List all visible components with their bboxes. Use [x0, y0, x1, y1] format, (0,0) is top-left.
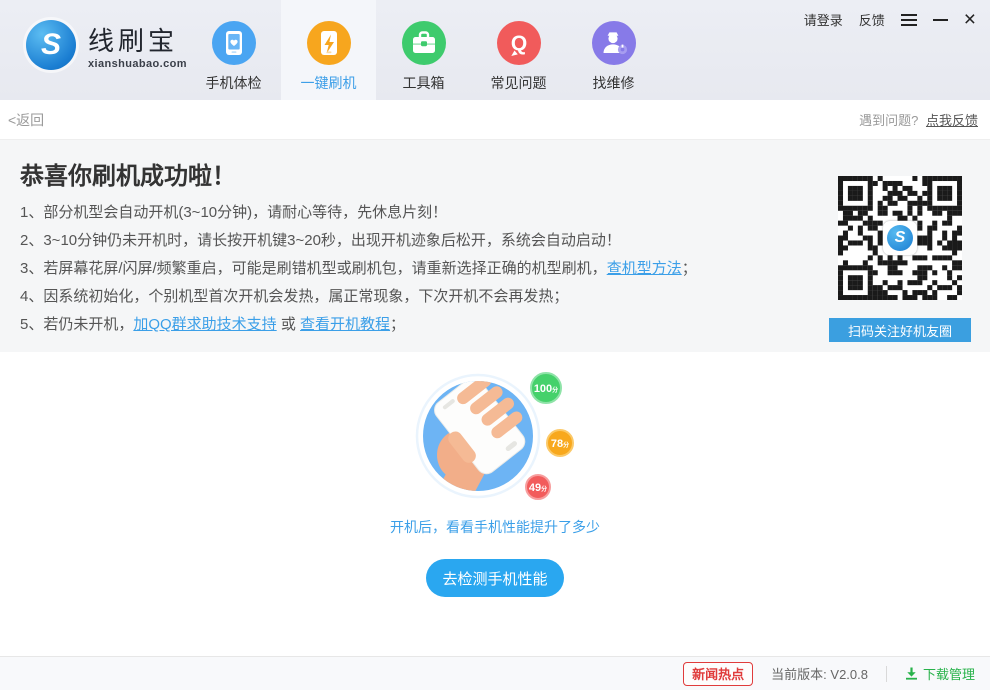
instruction-text: ；	[682, 260, 697, 277]
app-logo: S 线刷宝 xianshuabao.com	[26, 20, 187, 70]
instruction-text: 或	[277, 316, 300, 333]
nav-item-toolbox[interactable]: 工具箱	[376, 0, 471, 100]
instruction-text: 5、若仍未开机，	[20, 316, 133, 333]
qq-group-link[interactable]: 加QQ群求助技术支持	[133, 316, 276, 333]
instruction-text: ；	[390, 316, 405, 333]
menu-icon[interactable]	[901, 11, 917, 29]
promo-caption: 开机后，看看手机性能提升了多少	[390, 517, 600, 537]
phone-health-icon	[212, 21, 256, 65]
nav-label: 找维修	[593, 73, 635, 93]
version-label: 当前版本: V2.0.8	[771, 664, 868, 683]
nav-item-phone-check[interactable]: 手机体检	[186, 0, 281, 100]
download-label: 下载管理	[923, 664, 975, 683]
qr-caption-bar: 扫码关注好机友圈	[829, 318, 971, 342]
question-icon: Q	[497, 21, 541, 65]
success-section: 恭喜你刷机成功啦！ 1、部分机型会自动开机(3~10分钟)，请耐心等待，先休息片…	[0, 140, 990, 352]
boot-tutorial-link[interactable]: 查看开机教程	[300, 316, 390, 333]
login-link[interactable]: 请登录	[804, 10, 843, 29]
feedback-link[interactable]: 反馈	[859, 10, 885, 29]
download-manager-link[interactable]: 下载管理	[905, 664, 975, 683]
issue-feedback-link[interactable]: 点我反馈	[926, 113, 978, 128]
toolbox-icon	[402, 21, 446, 65]
app-title: 线刷宝	[88, 21, 187, 58]
app-subtitle: xianshuabao.com	[88, 58, 187, 70]
app-window: S 线刷宝 xianshuabao.com 手机体检	[0, 0, 990, 690]
score-badge-49: 49分	[526, 475, 550, 499]
back-button[interactable]: <返回	[8, 110, 44, 130]
issue-area: 遇到问题? 点我反馈	[859, 110, 978, 129]
main-nav: 手机体检 一键刷机	[186, 0, 661, 100]
promo-section: 100分 78分 49分 开机后，看看手机性能提升了多少 去检测手机性能	[0, 352, 990, 656]
logo-monogram: S	[41, 30, 61, 60]
footer-divider	[886, 666, 887, 682]
instruction-text: 1、部分机型会自动开机(3~10分钟)，请耐心等待，先休息片刻！	[20, 204, 447, 221]
phone-flash-icon	[307, 21, 351, 65]
instruction-text: 3、若屏幕花屏/闪屏/频繁重启，可能是刷错机型或刷机包，请重新选择正确的机型刷机…	[20, 260, 607, 277]
score-badge-100: 100分	[531, 373, 561, 403]
header: S 线刷宝 xianshuabao.com 手机体检	[0, 0, 990, 100]
minimize-icon[interactable]	[933, 11, 948, 29]
footer: 新闻热点 当前版本: V2.0.8 下载管理	[0, 656, 990, 690]
instruction-text: 2、3~10分钟仍未开机时，请长按开机键3~20秒，出现开机迹象后松开，系统会自…	[20, 232, 621, 249]
nav-label: 工具箱	[403, 73, 445, 93]
phone-in-hand-illustration: 100分 78分 49分	[400, 363, 590, 513]
issue-text: 遇到问题?	[859, 113, 918, 128]
window-topbar: 请登录 反馈 ×	[804, 10, 976, 29]
nav-item-repair[interactable]: 找维修	[566, 0, 661, 100]
nav-label: 常见问题	[491, 73, 547, 93]
nav-item-faq[interactable]: Q 常见问题	[471, 0, 566, 100]
instruction-text: 4、因系统初始化，个别机型首次开机会发热，属正常现象，下次开机不会再发热；	[20, 288, 568, 305]
download-icon	[905, 667, 918, 680]
close-icon[interactable]: ×	[964, 11, 976, 29]
detect-performance-button[interactable]: 去检测手机性能	[426, 559, 564, 597]
qr-code: S	[838, 176, 962, 300]
qr-logo-icon: S	[883, 221, 917, 255]
nav-label: 手机体检	[206, 73, 262, 93]
nav-label: 一键刷机	[301, 73, 357, 93]
nav-item-one-key-flash[interactable]: 一键刷机	[281, 0, 376, 100]
news-hotspot-button[interactable]: 新闻热点	[683, 662, 753, 686]
check-model-link[interactable]: 查机型方法	[607, 260, 682, 277]
logo-icon: S	[26, 20, 76, 70]
subheader: <返回 遇到问题? 点我反馈	[0, 100, 990, 140]
repair-icon	[592, 21, 636, 65]
svg-text:Q: Q	[510, 32, 526, 55]
score-badge-78: 78分	[547, 430, 573, 456]
